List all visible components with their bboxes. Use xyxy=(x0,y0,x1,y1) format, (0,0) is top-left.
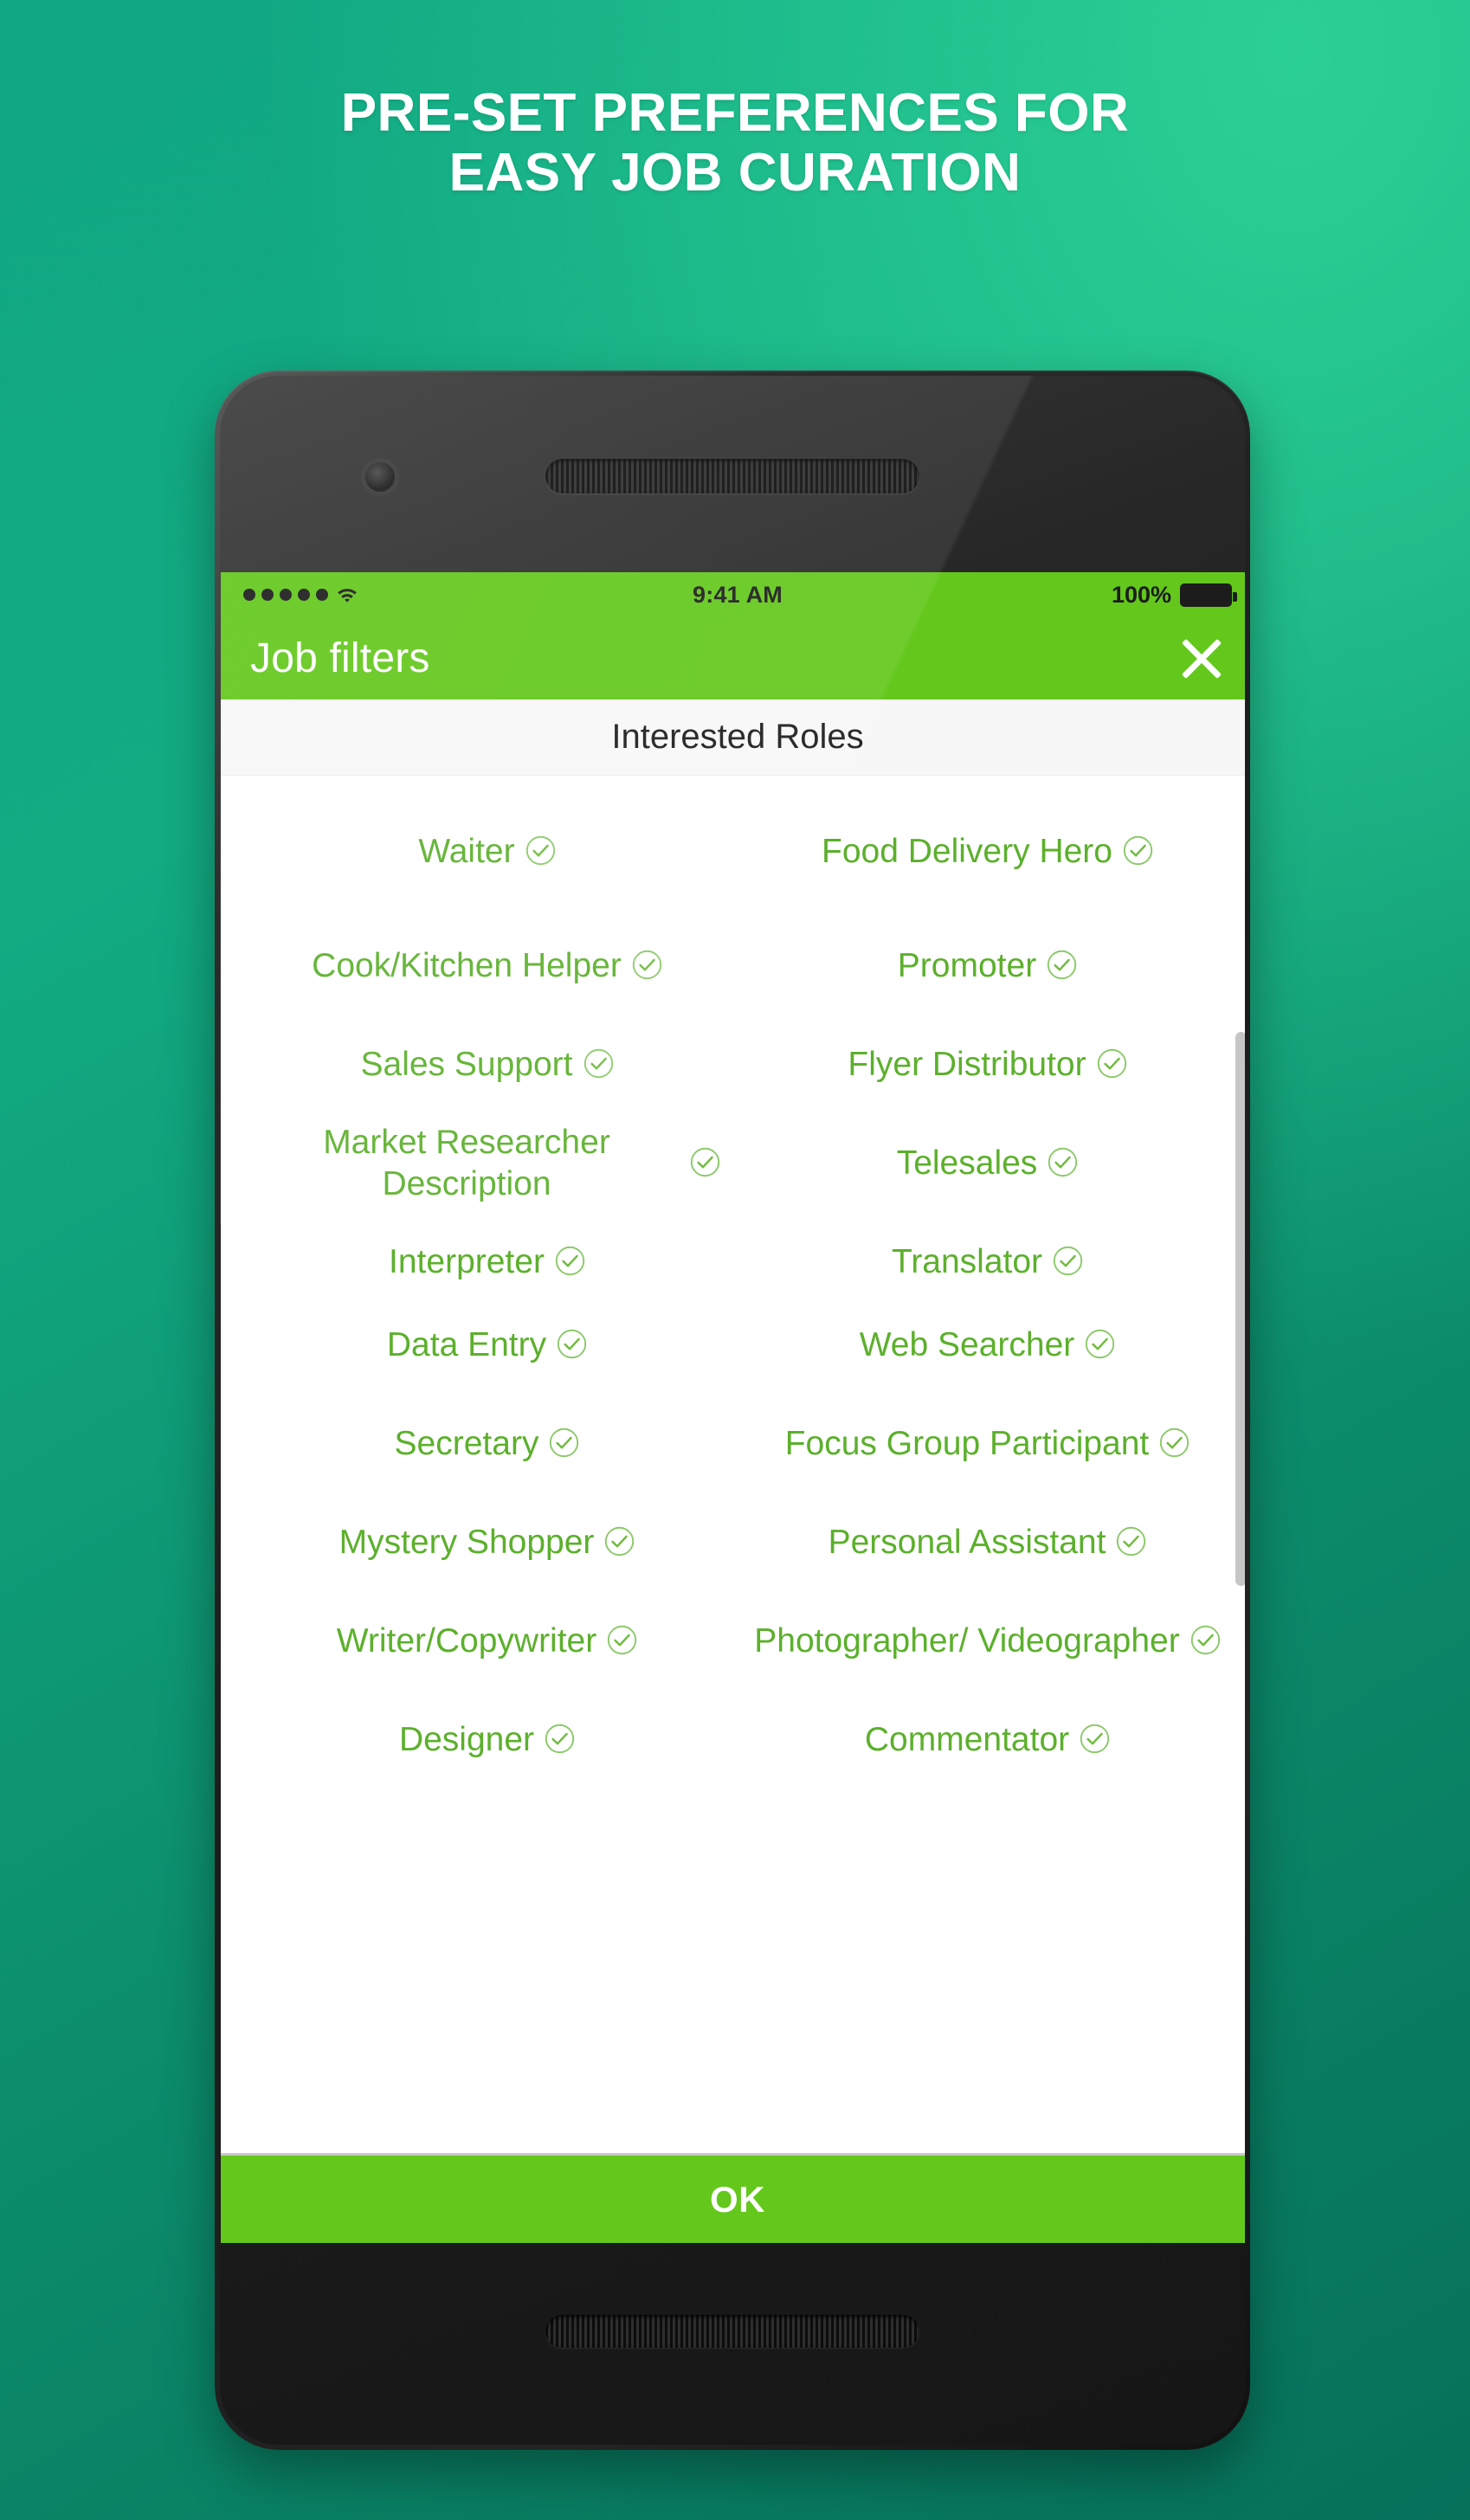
role-label: Cook/Kitchen Helper xyxy=(312,947,622,985)
app-bar: Job filters xyxy=(221,617,1245,699)
check-circle-icon xyxy=(1052,1245,1084,1277)
check-circle-icon xyxy=(1096,1047,1128,1080)
role-label: Sales Support xyxy=(360,1046,573,1084)
role-label: Secretary xyxy=(394,1425,539,1463)
role-option[interactable]: Data Entry xyxy=(242,1304,733,1387)
role-option[interactable]: Web Searcher xyxy=(742,1304,1234,1387)
role-label: Flyer Distributor xyxy=(848,1046,1086,1084)
role-option[interactable]: Mystery Shopper xyxy=(242,1501,733,1584)
status-bar-time: 9:41 AM xyxy=(693,581,783,608)
roles-panel: Waiter Food Delivery Hero Cook/Kitchen Hel… xyxy=(221,776,1245,1758)
check-circle-icon xyxy=(1158,1427,1190,1459)
role-option[interactable]: Waiter xyxy=(242,795,733,909)
check-circle-icon xyxy=(1115,1525,1147,1557)
role-option[interactable]: Cook/Kitchen Helper xyxy=(242,909,733,1023)
page-title: PRE-SET PREFERENCES FOR EASY JOB CURATIO… xyxy=(0,83,1470,203)
role-label: Food Delivery Hero xyxy=(822,833,1112,871)
role-option[interactable]: Promoter xyxy=(742,909,1234,1023)
front-camera-icon xyxy=(365,462,395,492)
role-option[interactable]: Interpreter xyxy=(242,1221,733,1304)
role-label: Focus Group Participant xyxy=(784,1425,1150,1463)
role-option[interactable]: Food Delivery Hero xyxy=(742,795,1234,909)
check-circle-icon xyxy=(1084,1328,1116,1360)
ok-button[interactable]: OK xyxy=(221,2153,1245,2243)
section-title: Interested Roles xyxy=(221,699,1245,776)
roles-scrollbar[interactable] xyxy=(1235,1032,1245,1586)
role-label: Personal Assistant xyxy=(828,1524,1106,1562)
check-circle-icon xyxy=(1190,1624,1222,1656)
phone-body: 9:41 AM 100% Job filters Interested Role… xyxy=(220,376,1245,2445)
check-circle-icon xyxy=(689,1146,721,1178)
role-label: Web Searcher xyxy=(859,1326,1075,1364)
check-circle-icon xyxy=(554,1245,586,1277)
role-label: Waiter xyxy=(418,833,515,871)
check-circle-icon xyxy=(1079,1723,1111,1755)
check-circle-icon xyxy=(603,1525,635,1557)
status-bar-right: 100% xyxy=(1111,581,1237,609)
role-option[interactable]: Market Researcher Description xyxy=(242,1106,733,1221)
check-circle-icon xyxy=(1047,1146,1079,1178)
loudspeaker-icon xyxy=(545,2315,919,2348)
role-option[interactable]: Personal Assistant xyxy=(742,1501,1234,1584)
role-option[interactable]: Secretary xyxy=(242,1387,733,1501)
role-option[interactable]: Sales Support xyxy=(242,1023,733,1106)
earpiece-speaker-icon xyxy=(545,459,919,493)
role-label: Writer/Copywriter xyxy=(336,1622,597,1660)
check-circle-icon xyxy=(1122,835,1154,867)
role-label: Mystery Shopper xyxy=(338,1524,595,1562)
role-option[interactable]: Designer xyxy=(242,1698,733,1782)
check-circle-icon xyxy=(525,835,557,867)
check-circle-icon xyxy=(556,1328,588,1360)
battery-full-icon xyxy=(1180,583,1237,607)
role-label: Commentator xyxy=(864,1721,1070,1759)
role-option[interactable]: Telesales xyxy=(742,1106,1234,1221)
role-label: Designer xyxy=(398,1721,535,1759)
role-option[interactable]: Photographer/ Videographer xyxy=(742,1584,1234,1698)
check-circle-icon xyxy=(548,1427,580,1459)
check-circle-icon xyxy=(606,1624,638,1656)
role-label: Telesales xyxy=(896,1144,1038,1183)
role-option[interactable]: Translator xyxy=(742,1221,1234,1304)
role-option[interactable]: Writer/Copywriter xyxy=(242,1584,733,1698)
role-label: Interpreter xyxy=(389,1243,545,1281)
role-label: Market Researcher Description xyxy=(323,1124,610,1202)
app-bar-title: Job filters xyxy=(250,635,430,681)
close-icon[interactable] xyxy=(1177,634,1227,684)
role-label: Translator xyxy=(891,1243,1043,1281)
role-option[interactable]: Focus Group Participant xyxy=(742,1387,1234,1501)
role-label: Promoter xyxy=(897,947,1037,985)
phone-screen: 9:41 AM 100% Job filters Interested Role… xyxy=(221,572,1245,2243)
headline-line-1: PRE-SET PREFERENCES FOR xyxy=(340,83,1130,143)
roles-grid: Waiter Food Delivery Hero Cook/Kitchen Hel… xyxy=(242,795,1234,1782)
check-circle-icon xyxy=(544,1723,576,1755)
battery-percentage: 100% xyxy=(1111,581,1171,608)
headline-line-2: EASY JOB CURATION xyxy=(448,143,1022,203)
status-bar: 9:41 AM 100% xyxy=(221,572,1245,617)
role-option[interactable]: Flyer Distributor xyxy=(742,1023,1234,1106)
check-circle-icon xyxy=(1046,949,1078,981)
check-circle-icon xyxy=(583,1047,615,1080)
check-circle-icon xyxy=(631,949,663,981)
phone-mockup: 9:41 AM 100% Job filters Interested Role… xyxy=(215,371,1250,2450)
role-label: Data Entry xyxy=(386,1326,547,1364)
role-option[interactable]: Commentator xyxy=(742,1698,1234,1782)
role-label: Photographer/ Videographer xyxy=(754,1622,1180,1660)
